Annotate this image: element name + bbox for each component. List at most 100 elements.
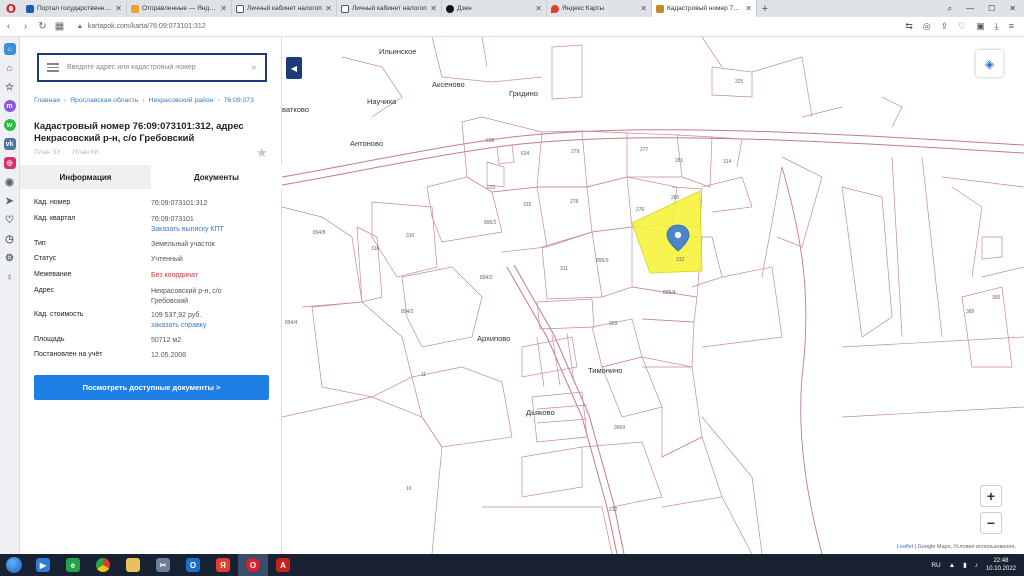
grid-icon[interactable]: ▦ bbox=[51, 21, 68, 32]
plot-number: 634 bbox=[521, 151, 530, 157]
browser-tab[interactable]: Личный кабинет налогоп ✕ bbox=[337, 0, 442, 17]
collapse-panel-button[interactable]: ◀ bbox=[286, 57, 302, 79]
share-icon[interactable]: ⇪ bbox=[941, 21, 949, 32]
back-icon[interactable]: ‹ bbox=[0, 21, 17, 32]
plan-zu-link[interactable]: План ЗУ bbox=[34, 149, 61, 156]
plot-number: 10 bbox=[406, 486, 412, 492]
app-icon: ✂ bbox=[156, 558, 170, 572]
browser-tab[interactable]: Личный кабинет налогоп ✕ bbox=[232, 0, 337, 17]
breadcrumb-item[interactable]: Некрасовский район bbox=[149, 97, 214, 104]
tab-documents[interactable]: Документы bbox=[151, 165, 282, 189]
settings-icon[interactable]: ⚙ bbox=[4, 252, 16, 264]
breadcrumb-item[interactable]: 76:09:073 bbox=[224, 97, 254, 104]
network-icon[interactable]: ▮ bbox=[963, 561, 967, 569]
search-icon[interactable]: ⌕ bbox=[243, 62, 265, 73]
clock[interactable]: 22:48 10.10.2022 bbox=[986, 557, 1016, 573]
zoom-in-button[interactable]: + bbox=[980, 485, 1002, 507]
order-certificate-link[interactable]: заказать справку bbox=[151, 321, 271, 331]
leaflet-link[interactable]: Leaflet bbox=[897, 544, 914, 550]
close-icon[interactable]: ✕ bbox=[535, 4, 542, 13]
map-attribution: Leaflet | Google Maps, Условия использов… bbox=[894, 543, 1018, 551]
menu-icon[interactable]: ≡ bbox=[1009, 21, 1014, 32]
start-button[interactable] bbox=[0, 554, 28, 576]
address-bar: ‹ › ↻ ▦ 🔒︎ kartapok.com/karta/76:09:0731… bbox=[0, 17, 1024, 37]
cube-icon[interactable]: ▣ bbox=[976, 21, 985, 32]
instagram-icon[interactable]: ◎ bbox=[3, 157, 16, 169]
menu-icon[interactable] bbox=[39, 63, 67, 72]
minimize-icon[interactable]: — bbox=[966, 4, 974, 13]
taskbar-app[interactable]: ✂ bbox=[148, 554, 178, 576]
bookmark-icon[interactable]: ☆ bbox=[4, 81, 16, 93]
plot-number: 303 bbox=[609, 321, 618, 327]
download-icon[interactable]: ⤓ bbox=[995, 21, 999, 32]
close-icon[interactable]: ✕ bbox=[325, 4, 332, 13]
url-field[interactable]: 🔒︎ kartapok.com/karta/76:09:073101:312 bbox=[78, 23, 905, 31]
camera-icon[interactable]: ◎ bbox=[923, 21, 931, 32]
taskbar-app[interactable]: ▶ bbox=[28, 554, 58, 576]
close-icon[interactable]: ✕ bbox=[220, 4, 227, 13]
heart-icon[interactable]: ♡ bbox=[4, 214, 16, 226]
browser-tab[interactable]: Яндекс Карты ✕ bbox=[547, 0, 652, 17]
browser-tab[interactable]: Портал государственных ✕ bbox=[22, 0, 127, 17]
system-tray: RU ▲ ▮ ♪ 22:48 10.10.2022 bbox=[931, 554, 1024, 576]
taskbar-app[interactable]: O bbox=[178, 554, 208, 576]
taskbar: ▶ e ✂ O Я O A RU ▲ ▮ ♪ 22:48 10.10.2022 bbox=[0, 554, 1024, 576]
plot-number: 281 bbox=[675, 158, 684, 164]
zoom-out-button[interactable]: − bbox=[980, 512, 1002, 534]
info-panel: ⌕ Главная› Ярославская область› Некрасов… bbox=[20, 37, 282, 554]
close-icon[interactable]: ✕ bbox=[640, 4, 647, 13]
heart-icon[interactable]: ♡ bbox=[958, 21, 966, 32]
messenger-icon[interactable]: m bbox=[3, 100, 16, 112]
volume-icon[interactable]: ♪ bbox=[975, 562, 978, 569]
history-icon[interactable]: ◷ bbox=[4, 233, 16, 245]
language-indicator[interactable]: RU bbox=[931, 562, 940, 569]
place-label: Дьяково bbox=[526, 408, 555, 417]
taskbar-app[interactable] bbox=[118, 554, 148, 576]
close-window-icon[interactable]: ✕ bbox=[1009, 4, 1016, 13]
browser-tab-active[interactable]: Кадастровый номер 76:09 ✕ bbox=[652, 0, 757, 17]
view-documents-button[interactable]: Посмотреть доступные документы > bbox=[34, 375, 269, 400]
tab-info[interactable]: Информация bbox=[20, 165, 151, 189]
cadastral-map-lines bbox=[282, 37, 1024, 554]
plot-number: 316 bbox=[371, 246, 380, 252]
address-bar-tools: ⇆ ◎ ⇪ ♡ ▣ ⤓ ≡ bbox=[905, 21, 1024, 32]
map[interactable]: Ильинское Аксеново Научиха Гридино Антон… bbox=[282, 37, 1024, 554]
forward-icon[interactable]: › bbox=[17, 21, 34, 32]
speed-dial-icon[interactable]: ⌂ bbox=[4, 62, 16, 74]
home-icon[interactable]: ⌂ bbox=[3, 43, 16, 55]
taskbar-app-active[interactable]: O bbox=[238, 554, 268, 576]
player-icon[interactable]: ◉ bbox=[4, 176, 16, 188]
search-input[interactable] bbox=[67, 64, 243, 71]
close-icon[interactable]: ✕ bbox=[745, 4, 752, 13]
browser-tab[interactable]: Дзен ✕ bbox=[442, 0, 547, 17]
layers-button[interactable]: ◈ bbox=[976, 50, 1003, 77]
send-icon[interactable]: ➤ bbox=[4, 195, 16, 207]
page-title: Кадастровый номер 76:09:073101:312, адре… bbox=[34, 121, 244, 144]
breadcrumb-item[interactable]: Главная bbox=[34, 97, 60, 104]
browser-tab[interactable]: Отправленные — Яндекс ✕ bbox=[127, 0, 232, 17]
maximize-icon[interactable]: ☐ bbox=[988, 4, 995, 13]
star-icon[interactable]: ★ bbox=[256, 145, 268, 161]
plan-kk-link[interactable]: План КК bbox=[73, 149, 99, 156]
taskbar-app[interactable]: Я bbox=[208, 554, 238, 576]
vk-icon[interactable]: vk bbox=[3, 138, 16, 150]
place-label: Аксеново bbox=[432, 80, 465, 89]
opera-logo-icon[interactable]: O bbox=[0, 0, 22, 17]
taskbar-app[interactable]: A bbox=[268, 554, 298, 576]
highlighted-plot[interactable] bbox=[631, 190, 703, 274]
order-kpt-link[interactable]: Заказать выписку КПТ bbox=[151, 225, 271, 235]
close-icon[interactable]: ✕ bbox=[115, 4, 122, 13]
close-icon[interactable]: ✕ bbox=[430, 4, 437, 13]
search-tabs-icon[interactable]: ⌕ bbox=[948, 4, 952, 14]
whatsapp-icon[interactable]: w bbox=[3, 119, 16, 131]
place-label: Архипово bbox=[477, 334, 511, 343]
new-tab-button[interactable]: + bbox=[757, 0, 773, 17]
breadcrumb-item[interactable]: Ярославская область bbox=[70, 97, 138, 104]
gosuslugi-icon bbox=[26, 4, 34, 13]
reload-icon[interactable]: ↻ bbox=[34, 21, 51, 32]
tips-icon[interactable]: ♁ bbox=[4, 271, 16, 283]
taskbar-app[interactable] bbox=[88, 554, 118, 576]
translate-icon[interactable]: ⇆ bbox=[905, 21, 913, 32]
tray-arrow-icon[interactable]: ▲ bbox=[949, 562, 955, 569]
taskbar-app[interactable]: e bbox=[58, 554, 88, 576]
